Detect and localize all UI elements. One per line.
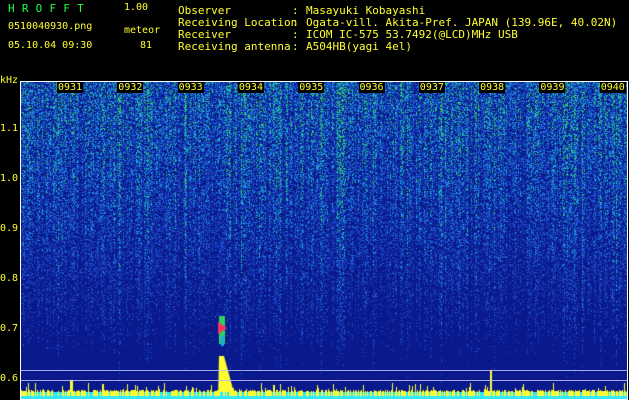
observer-separator: : [292, 4, 299, 17]
app-name: HROFFT [8, 2, 91, 15]
receiver-separator: : [292, 28, 299, 41]
y-tick-label: 1.0 [0, 173, 19, 184]
receiver-key: Receiver [178, 28, 231, 41]
spectrogram-waterfall [20, 81, 628, 400]
x-tick-label: 0939 [539, 82, 566, 93]
y-tick-label: 0.9 [0, 223, 19, 234]
location-separator: : [292, 16, 299, 29]
observer-value: Masayuki Kobayashi [306, 4, 426, 17]
location-key: Receiving Location [178, 16, 298, 29]
hrofft-window: HROFFT 1.00 0510040930.png meteor 05.10.… [0, 0, 629, 400]
x-tick-label: 0933 [177, 82, 204, 93]
observer-key: Observer [178, 4, 231, 17]
file-name: 0510040930.png [8, 21, 93, 32]
location-value: Ogata-vill. Akita-Pref. JAPAN (139.96E, … [306, 16, 618, 29]
antenna-separator: : [292, 40, 299, 53]
reference-line-lower [20, 380, 628, 381]
x-tick-label: 0931 [57, 82, 84, 93]
x-tick-label: 0940 [599, 82, 626, 93]
mode-label: meteor [124, 25, 161, 36]
y-tick-label: 0.7 [0, 323, 19, 334]
y-tick-label: 0.6 [0, 373, 19, 384]
x-tick-label: 0932 [117, 82, 144, 93]
antenna-key: Receiving antenna [178, 40, 291, 53]
antenna-value: A504HB(yagi 4el) [306, 40, 412, 53]
receiver-value: ICOM IC-575 53.7492(@LCD)MHz USB [306, 28, 518, 41]
app-version: 1.00 [124, 2, 149, 13]
y-tick-label: 0.8 [0, 273, 19, 284]
x-tick-label: 0938 [479, 82, 506, 93]
x-tick-label: 0934 [237, 82, 264, 93]
frequency-unit-label: kHz [0, 75, 19, 86]
x-tick-label: 0937 [418, 82, 445, 93]
reference-line-upper [20, 370, 628, 371]
timestamp: 05.10.04 09:30 [8, 40, 93, 51]
x-tick-label: 0936 [358, 82, 385, 93]
x-tick-label: 0935 [298, 82, 325, 93]
meteor-count: 81 [140, 40, 153, 51]
y-tick-label: 1.1 [0, 123, 19, 134]
